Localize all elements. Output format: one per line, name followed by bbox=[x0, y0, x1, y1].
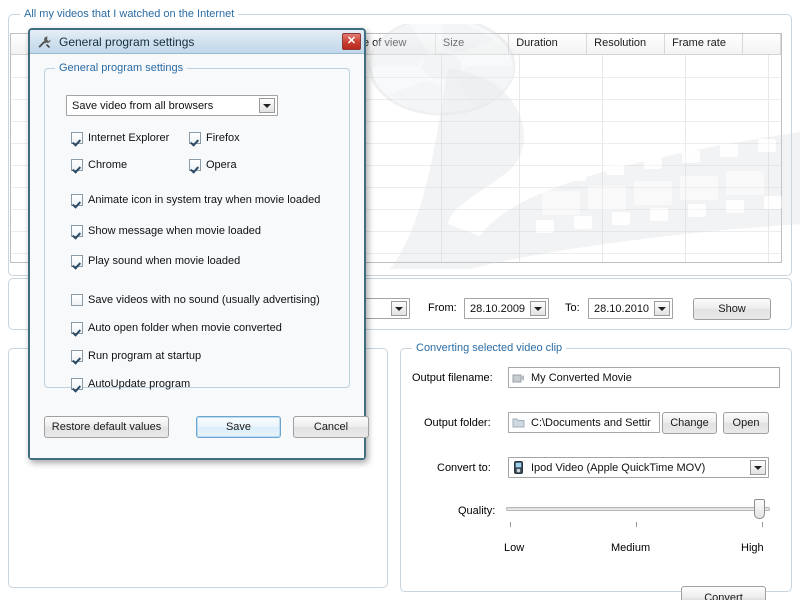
cancel-button[interactable]: Cancel bbox=[293, 416, 369, 438]
table-column-header[interactable]: Resolution bbox=[587, 34, 666, 54]
output-filename-label: Output filename: bbox=[412, 372, 493, 384]
quality-low-label: Low bbox=[504, 542, 525, 554]
save-mode-value: Save video from all browsers bbox=[72, 99, 214, 112]
table-column-header[interactable]: Frame rate bbox=[665, 34, 744, 54]
chevron-down-icon[interactable] bbox=[391, 301, 407, 316]
convert-to-value: Ipod Video (Apple QuickTime MOV) bbox=[531, 461, 706, 474]
checkbox-label: Run program at startup bbox=[88, 350, 202, 362]
open-folder-button[interactable]: Open bbox=[723, 412, 769, 434]
checkbox-play-sound[interactable]: Play sound when movie loaded bbox=[71, 255, 240, 267]
chevron-down-icon[interactable] bbox=[259, 98, 275, 113]
checkbox-label: AutoUpdate program bbox=[88, 378, 191, 390]
tools-icon bbox=[35, 33, 53, 50]
app-window: All my videos that I watched on the Inte… bbox=[0, 0, 800, 600]
movie-file-icon bbox=[509, 369, 527, 386]
to-label: To: bbox=[565, 302, 580, 314]
chevron-down-icon[interactable] bbox=[654, 301, 670, 316]
quality-slider[interactable] bbox=[506, 498, 770, 527]
output-filename-value: My Converted Movie bbox=[531, 371, 632, 384]
checkbox-label: Opera bbox=[206, 159, 237, 171]
checkbox-label: Auto open folder when movie converted bbox=[88, 322, 282, 334]
date-to-picker[interactable]: 28.10.2010 bbox=[588, 298, 673, 319]
slider-tick bbox=[510, 522, 511, 527]
quality-slider-track[interactable] bbox=[506, 507, 770, 511]
checkbox-box[interactable] bbox=[71, 378, 83, 390]
dialog-titlebar[interactable]: General program settings ✕ bbox=[30, 30, 364, 54]
date-to-value: 28.10.2010 bbox=[594, 302, 650, 315]
output-folder-field[interactable]: C:\Documents and Settir bbox=[508, 412, 660, 433]
table-column-header[interactable]: Size bbox=[436, 34, 510, 54]
convert-to-label: Convert to: bbox=[437, 462, 491, 474]
close-icon[interactable]: ✕ bbox=[342, 33, 361, 50]
checkbox-chrome[interactable]: Chrome bbox=[71, 159, 127, 171]
show-button[interactable]: Show bbox=[693, 298, 771, 320]
slider-tick bbox=[636, 522, 637, 527]
dialog-title: General program settings bbox=[59, 34, 195, 49]
dialog-body: General program settings Save video from… bbox=[30, 54, 369, 458]
checkbox-save-videos-no-sound[interactable]: Save videos with no sound (usually adver… bbox=[71, 294, 320, 306]
checkbox-box[interactable] bbox=[71, 255, 83, 267]
checkbox-show-message[interactable]: Show message when movie loaded bbox=[71, 225, 261, 237]
checkbox-opera[interactable]: Opera bbox=[189, 159, 237, 171]
save-mode-combo[interactable]: Save video from all browsers bbox=[66, 95, 278, 116]
dialog-button-bar: Restore default values Save Cancel bbox=[44, 416, 369, 440]
checkbox-box[interactable] bbox=[71, 194, 83, 206]
quality-medium-label: Medium bbox=[611, 542, 651, 554]
save-button[interactable]: Save bbox=[196, 416, 281, 438]
output-folder-label: Output folder: bbox=[424, 417, 491, 429]
quality-label: Quality: bbox=[458, 505, 496, 517]
checkbox-label: Save videos with no sound (usually adver… bbox=[88, 294, 320, 306]
settings-groupbox-title: General program settings bbox=[55, 62, 188, 74]
checkbox-internet-explorer[interactable]: Internet Explorer bbox=[71, 132, 169, 144]
date-from-picker[interactable]: 28.10.2009 bbox=[464, 298, 549, 319]
checkbox-label: Firefox bbox=[206, 132, 240, 144]
chevron-down-icon[interactable] bbox=[530, 301, 546, 316]
checkbox-label: Play sound when movie loaded bbox=[88, 255, 241, 267]
quality-high-label: High bbox=[741, 542, 764, 554]
table-column-header[interactable]: Duration bbox=[509, 34, 588, 54]
convert-button[interactable]: Convert bbox=[681, 586, 766, 600]
videos-groupbox-title: All my videos that I watched on the Inte… bbox=[20, 8, 239, 20]
checkbox-box[interactable] bbox=[71, 350, 83, 362]
output-filename-field[interactable]: My Converted Movie bbox=[508, 367, 780, 388]
date-from-value: 28.10.2009 bbox=[470, 302, 526, 315]
checkbox-auto-open-folder[interactable]: Auto open folder when movie converted bbox=[71, 322, 282, 334]
checkbox-box[interactable] bbox=[71, 294, 83, 306]
convert-to-combo[interactable]: Ipod Video (Apple QuickTime MOV) bbox=[508, 457, 769, 478]
table-column-header[interactable] bbox=[743, 34, 781, 54]
folder-icon bbox=[509, 414, 527, 431]
checkbox-box[interactable] bbox=[189, 159, 201, 171]
ipod-device-icon bbox=[509, 459, 527, 476]
convert-groupbox-title: Converting selected video clip bbox=[412, 342, 567, 354]
checkbox-label: Show message when movie loaded bbox=[88, 225, 262, 237]
from-label: From: bbox=[428, 302, 457, 314]
slider-tick bbox=[762, 522, 763, 527]
checkbox-run-at-startup[interactable]: Run program at startup bbox=[71, 350, 201, 362]
checkbox-box[interactable] bbox=[189, 132, 201, 144]
checkbox-box[interactable] bbox=[71, 322, 83, 334]
checkbox-firefox[interactable]: Firefox bbox=[189, 132, 240, 144]
general-settings-dialog: General program settings ✕ General progr… bbox=[28, 28, 369, 460]
restore-defaults-button[interactable]: Restore default values bbox=[44, 416, 169, 438]
checkbox-label: Internet Explorer bbox=[88, 132, 170, 144]
checkbox-box[interactable] bbox=[71, 159, 83, 171]
quality-slider-thumb[interactable] bbox=[754, 499, 765, 519]
checkbox-label: Animate icon in system tray when movie l… bbox=[88, 194, 321, 206]
output-folder-value: C:\Documents and Settir bbox=[531, 416, 651, 429]
checkbox-autoupdate[interactable]: AutoUpdate program bbox=[71, 378, 190, 390]
chevron-down-icon[interactable] bbox=[750, 460, 766, 475]
change-folder-button[interactable]: Change bbox=[662, 412, 717, 434]
checkbox-label: Chrome bbox=[88, 159, 128, 171]
checkbox-box[interactable] bbox=[71, 225, 83, 237]
checkbox-box[interactable] bbox=[71, 132, 83, 144]
checkbox-animate-tray-icon[interactable]: Animate icon in system tray when movie l… bbox=[71, 194, 320, 206]
